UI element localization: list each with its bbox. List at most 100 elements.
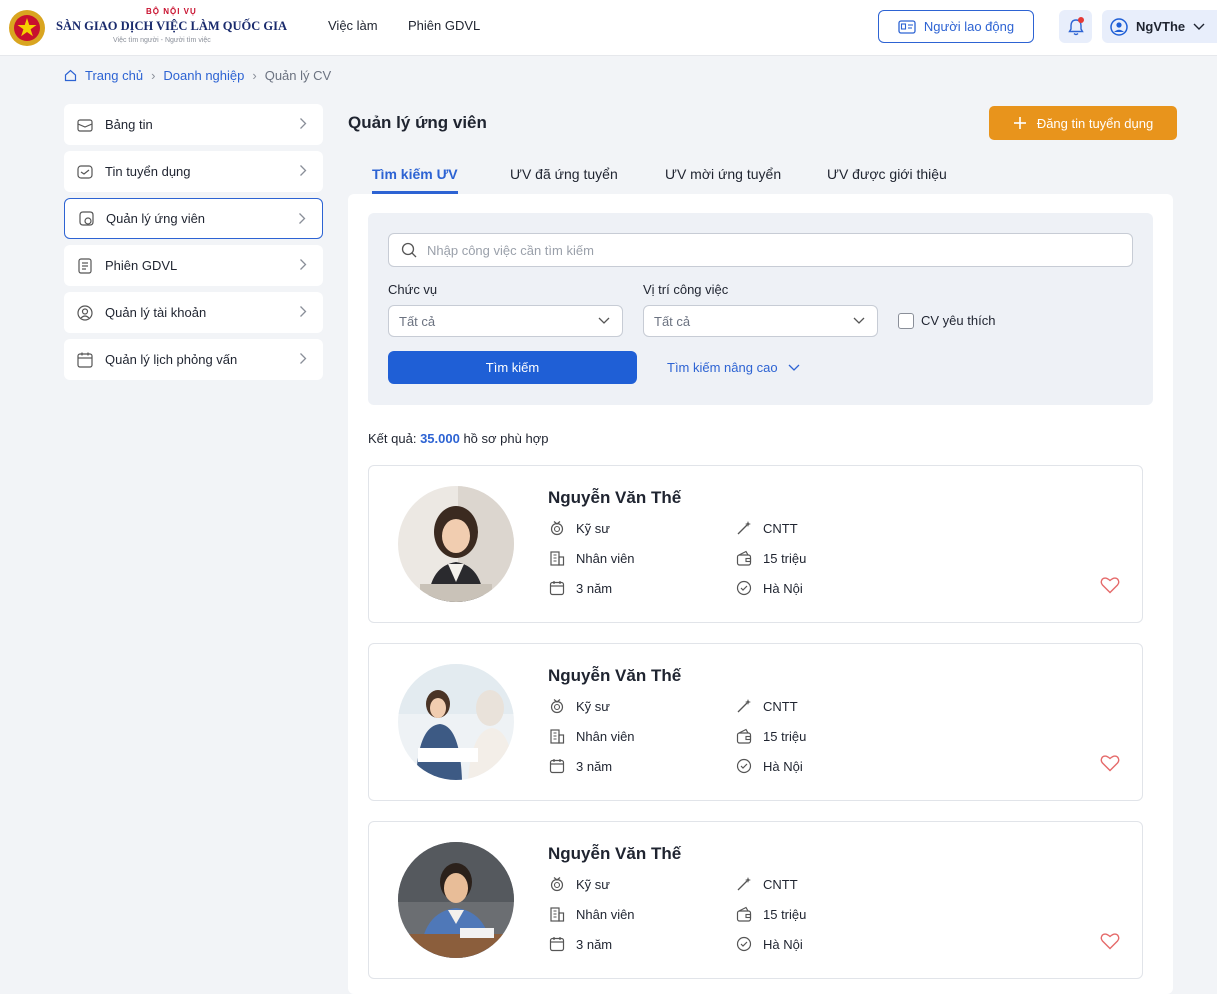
- location-filter-label: Vị trí công việc: [643, 282, 729, 297]
- sidebar-item-interviews[interactable]: Quản lý lịch phỏng vấn: [64, 339, 323, 380]
- worker-switch-label: Người lao động: [923, 19, 1015, 34]
- sidebar-item-account[interactable]: Quản lý tài khoản: [64, 292, 323, 333]
- results-suffix: hồ sơ phù hợp: [463, 431, 549, 446]
- candidate-name[interactable]: Nguyễn Văn Thế: [548, 488, 681, 508]
- location-select-value: Tất cả: [654, 313, 691, 329]
- post-job-label: Đăng tin tuyển dụng: [1036, 115, 1154, 131]
- candidate-title: Kỹ sư: [548, 519, 610, 537]
- position-select[interactable]: Tất cả: [388, 305, 623, 337]
- worker-switch-button[interactable]: Người lao động: [878, 10, 1034, 43]
- sidebar-item-label: Quản lý lịch phỏng vấn: [105, 352, 238, 367]
- user-menu[interactable]: NgVThe: [1102, 10, 1217, 43]
- page-title: Quản lý ứng viên: [348, 113, 487, 132]
- tab-search-candidates[interactable]: Tìm kiếm ƯV: [372, 166, 458, 194]
- candidate-title: Kỹ sư: [548, 697, 610, 715]
- candidate-field-value: CNTT: [763, 698, 798, 714]
- candidate-experience-value: 3 năm: [576, 936, 613, 952]
- logo-title[interactable]: SÀN GIAO DỊCH VIỆC LÀM QUỐC GIA: [56, 19, 287, 34]
- candidate-title-value: Kỹ sư: [576, 698, 610, 714]
- candidate-role: Nhân viên: [548, 905, 635, 923]
- user-circle-icon: [1110, 17, 1128, 36]
- tab-applied-candidates[interactable]: ƯV đã ứng tuyển: [510, 166, 618, 194]
- candidate-location: Hà Nội: [735, 757, 803, 775]
- candidate-card[interactable]: Nguyễn Văn Thế Kỹ sư Nhân viên 3 năm CNT…: [368, 821, 1143, 979]
- search-placeholder: Nhập công việc cần tìm kiếm: [427, 242, 594, 258]
- sidebar-item-candidates[interactable]: Quản lý ứng viên: [64, 198, 323, 239]
- logo-ministry-text: BỘ NỘI VỤ: [146, 7, 197, 16]
- sidebar-item-label: Phiên GDVL: [105, 258, 178, 273]
- news-icon: [76, 116, 94, 134]
- plus-icon: [1013, 117, 1026, 129]
- sidebar-item-label: Quản lý ứng viên: [106, 211, 206, 226]
- calendar-icon: [548, 579, 566, 597]
- candidate-card[interactable]: Nguyễn Văn Thế Kỹ sư Nhân viên 3 năm CNT…: [368, 465, 1143, 623]
- candidate-avatar: [398, 664, 514, 780]
- results-prefix: Kết quả:: [368, 431, 417, 446]
- nav-sessions[interactable]: Phiên GDVL: [408, 18, 480, 33]
- candidate-location-value: Hà Nội: [763, 936, 803, 952]
- nav-jobs[interactable]: Việc làm: [328, 18, 378, 33]
- calendar-icon: [76, 351, 94, 369]
- calendar-icon: [548, 935, 566, 953]
- heart-icon[interactable]: [1100, 754, 1120, 772]
- chevron-right-icon: [300, 353, 307, 364]
- candidate-experience: 3 năm: [548, 935, 612, 953]
- top-header: BỘ NỘI VỤ SÀN GIAO DỊCH VIỆC LÀM QUỐC GI…: [0, 0, 1217, 56]
- breadcrumb-separator-icon: ›: [252, 68, 257, 83]
- magic-wand-icon: [735, 697, 753, 715]
- chevron-down-icon: [853, 317, 865, 324]
- heart-icon[interactable]: [1100, 576, 1120, 594]
- breadcrumb-separator-icon: ›: [151, 68, 156, 83]
- sidebar-item-sessions[interactable]: Phiên GDVL: [64, 245, 323, 286]
- candidate-name[interactable]: Nguyễn Văn Thế: [548, 844, 681, 864]
- sidebar-item-job-posts[interactable]: Tin tuyển dụng: [64, 151, 323, 192]
- search-button[interactable]: Tìm kiếm: [388, 351, 637, 384]
- magic-wand-icon: [735, 519, 753, 537]
- candidate-experience-value: 3 năm: [576, 758, 613, 774]
- medal-icon: [548, 875, 566, 893]
- candidate-card[interactable]: Nguyễn Văn Thế Kỹ sư Nhân viên 3 năm CNT…: [368, 643, 1143, 801]
- candidate-role-value: Nhân viên: [576, 906, 635, 922]
- advanced-search-link[interactable]: Tìm kiếm nâng cao: [667, 360, 800, 375]
- breadcrumb-current: Quản lý CV: [264, 68, 332, 83]
- results-count: 35.000: [420, 431, 460, 446]
- breadcrumb-home[interactable]: Trang chủ: [85, 68, 143, 83]
- favorite-cv-checkbox[interactable]: [898, 313, 914, 329]
- candidate-location: Hà Nội: [735, 935, 803, 953]
- breadcrumb-company[interactable]: Doanh nghiệp: [163, 68, 244, 83]
- building-icon: [548, 549, 566, 567]
- chevron-right-icon: [300, 306, 307, 317]
- location-select[interactable]: Tất cả: [643, 305, 878, 337]
- national-emblem-icon[interactable]: [8, 9, 46, 47]
- medal-icon: [548, 697, 566, 715]
- home-icon[interactable]: [64, 69, 77, 82]
- id-card-icon: [898, 19, 916, 34]
- search-input[interactable]: Nhập công việc cần tìm kiếm: [388, 233, 1133, 267]
- sidebar-item-label: Quản lý tài khoản: [105, 305, 207, 320]
- search-icon: [401, 242, 417, 258]
- candidate-avatar: [398, 842, 514, 958]
- sidebar-item-news[interactable]: Bảng tin: [64, 104, 323, 145]
- candidate-avatar: [398, 486, 514, 602]
- candidate-salary: 15 triệu: [735, 727, 806, 745]
- chevron-down-icon: [1193, 23, 1205, 30]
- tab-invited-candidates[interactable]: ƯV mời ứng tuyển: [665, 166, 781, 194]
- candidate-field: CNTT: [735, 875, 798, 893]
- notification-dot: [1078, 17, 1084, 23]
- candidate-experience: 3 năm: [548, 757, 612, 775]
- position-select-value: Tất cả: [399, 313, 436, 329]
- wallet-icon: [735, 905, 753, 923]
- session-icon: [76, 257, 94, 275]
- candidate-role: Nhân viên: [548, 549, 635, 567]
- candidate-location-value: Hà Nội: [763, 580, 803, 596]
- calendar-icon: [548, 757, 566, 775]
- candidate-salary-value: 15 triệu: [763, 728, 807, 744]
- check-circle-icon: [735, 579, 753, 597]
- candidate-name[interactable]: Nguyễn Văn Thế: [548, 666, 681, 686]
- post-job-button[interactable]: Đăng tin tuyển dụng: [989, 106, 1177, 140]
- notification-button[interactable]: [1059, 10, 1092, 43]
- tab-referred-candidates[interactable]: ƯV được giới thiệu: [827, 166, 947, 194]
- heart-icon[interactable]: [1100, 932, 1120, 950]
- candidate-field-value: CNTT: [763, 520, 798, 536]
- job-post-icon: [76, 163, 94, 181]
